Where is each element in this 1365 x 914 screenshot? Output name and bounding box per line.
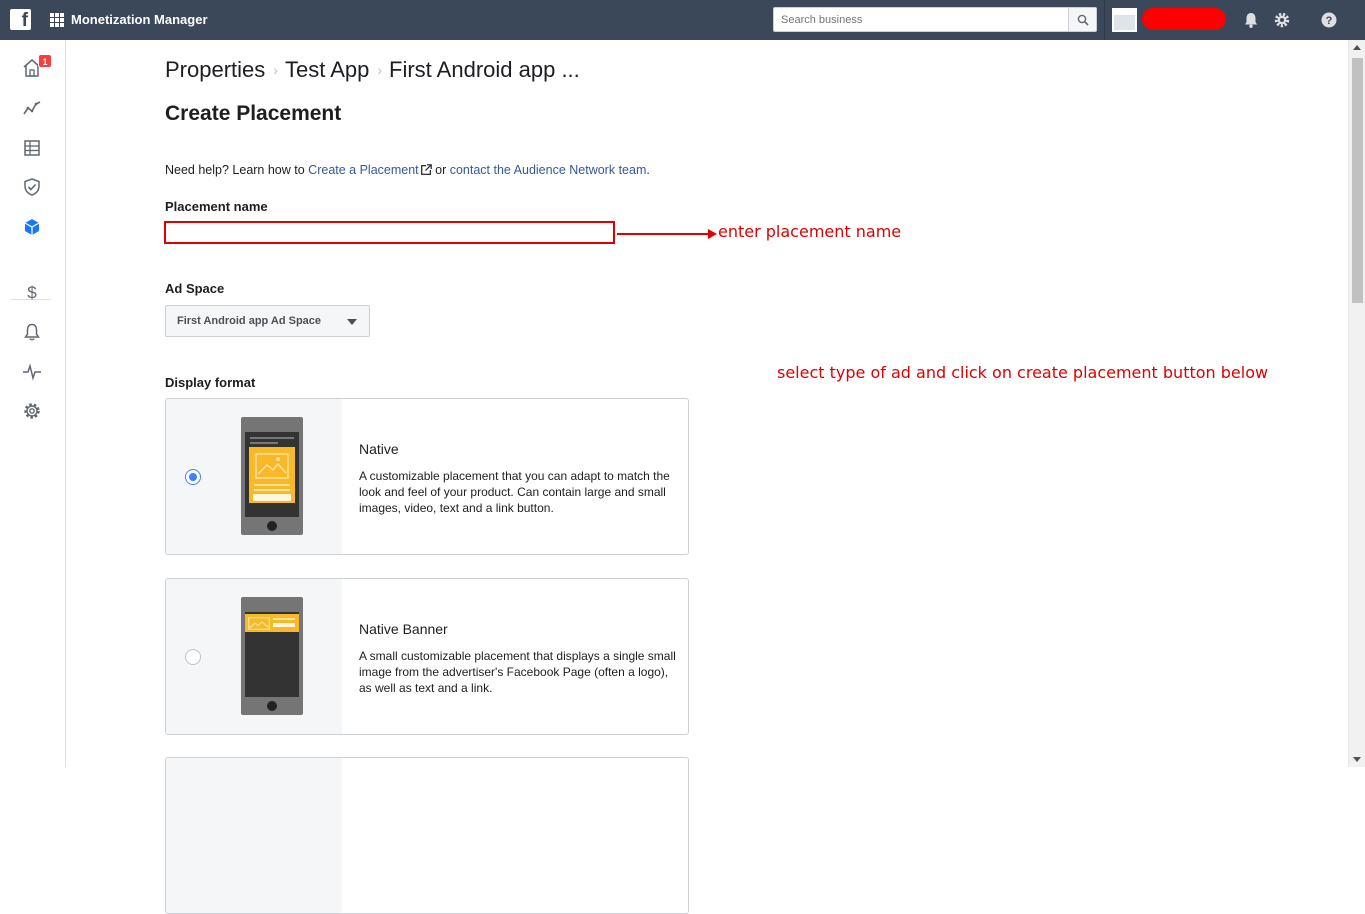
svg-text:$: $ (27, 283, 37, 302)
format-option-native[interactable]: Native A customizable placement that you… (165, 398, 689, 555)
chevron-right-icon: › (377, 62, 383, 78)
topbar-divider (1104, 0, 1105, 40)
left-navigation-rail: 1 $ (0, 40, 66, 767)
format-preview-panel (166, 579, 342, 734)
payout-dollar-icon[interactable]: $ (22, 282, 42, 302)
help-middle: or (431, 163, 450, 177)
chevron-right-icon: › (273, 62, 278, 78)
search-button[interactable] (1069, 7, 1097, 32)
scroll-down-arrow-icon[interactable] (1353, 757, 1361, 762)
native-phone-illustration-icon (241, 417, 303, 535)
annotation-arrow-head (708, 229, 717, 239)
native-title: Native (359, 441, 399, 457)
help-suffix: . (646, 163, 650, 177)
create-placement-help-link[interactable]: Create a Placement (308, 163, 418, 177)
format-preview-panel (166, 758, 342, 913)
annotation-arrow (617, 233, 712, 235)
help-prefix: Need help? Learn how to (165, 163, 309, 177)
account-name-redacted[interactable] (1142, 8, 1226, 30)
search-icon (1077, 14, 1089, 26)
format-option-next[interactable] (165, 757, 689, 914)
breadcrumb-properties[interactable]: Properties (165, 57, 265, 83)
page-title: Create Placement (165, 102, 342, 125)
breadcrumb-test-app[interactable]: Test App (285, 57, 369, 83)
app-title: Monetization Manager (71, 12, 208, 27)
svg-text:?: ? (1326, 15, 1333, 27)
ad-space-dropdown[interactable]: First Android app Ad Space (165, 305, 370, 337)
top-navigation-bar: f Monetization Manager ? (0, 0, 1365, 40)
settings-icon[interactable] (22, 401, 42, 421)
notifications-bell-icon[interactable] (1242, 11, 1260, 29)
facebook-logo-icon[interactable]: f (10, 9, 31, 31)
annotation-enter-name: enter placement name (718, 222, 902, 241)
external-link-icon[interactable] (420, 164, 432, 175)
ad-space-label: Ad Space (165, 281, 225, 296)
placements-cube-icon[interactable] (22, 217, 42, 237)
ad-space-selected-value: First Android app Ad Space (177, 315, 322, 327)
properties-icon[interactable] (22, 138, 42, 158)
search-business-input[interactable] (773, 7, 1069, 32)
annotation-select-type: select type of ad and click on create pl… (777, 363, 1269, 382)
scroll-thumb[interactable] (1352, 58, 1363, 303)
page-scrollbar[interactable] (1348, 40, 1365, 767)
breadcrumb: Properties › Test App › First Android ap… (165, 57, 580, 83)
settings-gear-icon[interactable] (1273, 11, 1291, 29)
help-icon[interactable]: ? (1320, 11, 1338, 29)
format-option-native-banner[interactable]: Native Banner A small customizable place… (165, 578, 689, 735)
native-description: A customizable placement that you can ad… (359, 469, 670, 515)
format-preview-panel (166, 399, 342, 554)
breadcrumb-current-property[interactable]: First Android app ... (389, 57, 580, 83)
placement-name-label: Placement name (165, 199, 268, 214)
caret-down-icon (347, 319, 357, 325)
business-page-icon[interactable] (1112, 8, 1137, 32)
integrity-shield-icon[interactable] (22, 177, 42, 197)
activity-pulse-icon[interactable] (22, 362, 42, 382)
native-banner-description: A small customizable placement that disp… (359, 649, 676, 695)
native-radio-button[interactable] (185, 469, 201, 485)
placement-name-input[interactable] (164, 221, 615, 244)
native-banner-phone-illustration-icon (241, 597, 303, 715)
home-notification-badge: 1 (38, 54, 52, 68)
help-text: Need help? Learn how to Create a Placeme… (165, 163, 650, 177)
native-banner-radio-button[interactable] (185, 649, 201, 665)
alerts-bell-icon[interactable] (22, 322, 42, 342)
analytics-icon[interactable] (22, 98, 42, 118)
display-format-label: Display format (165, 375, 256, 390)
native-banner-title: Native Banner (359, 621, 448, 637)
apps-grid-icon[interactable] (50, 13, 64, 27)
scroll-up-arrow-icon[interactable] (1353, 45, 1361, 50)
contact-audience-network-link[interactable]: contact the Audience Network team (450, 163, 647, 177)
